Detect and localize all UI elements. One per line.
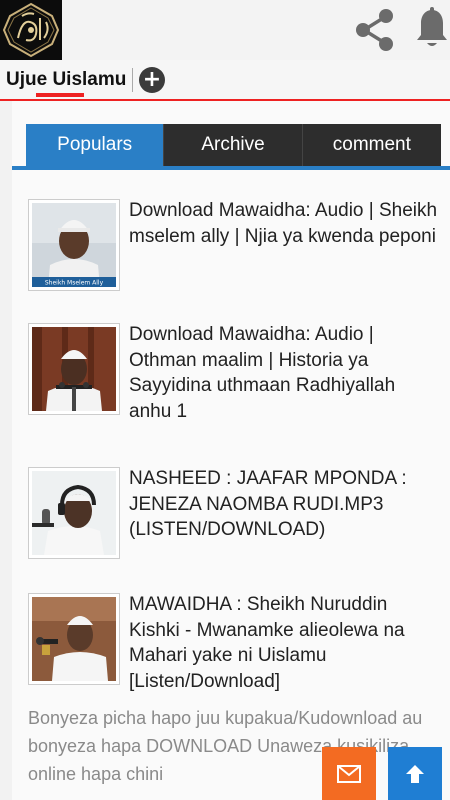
post-thumbnail[interactable]: [28, 323, 120, 415]
scroll-to-top-button[interactable]: [388, 747, 442, 800]
site-tab-strip: Ujue Uislamu +: [0, 60, 450, 100]
active-tab-indicator: [36, 93, 84, 97]
share-button[interactable]: [352, 4, 398, 52]
bell-icon: [417, 7, 447, 46]
app-top-bar: [0, 0, 450, 60]
arrow-up-icon: [406, 764, 424, 783]
post-title[interactable]: MAWAIDHA : Sheikh Nuruddin Kishki - Mwan…: [129, 592, 441, 694]
post-title[interactable]: NASHEED : JAAFAR MPONDA : JENEZA NAOMBA …: [129, 466, 441, 543]
post-thumbnail[interactable]: Sheikh Mselem Ally: [28, 199, 120, 291]
download-instructions: Bonyeza picha hapo juu kupakua/Kudownloa…: [28, 708, 423, 784]
post-title[interactable]: Download Mawaidha: Audio | Sheikh mselem…: [129, 198, 441, 249]
share-icon: [356, 9, 393, 51]
add-tab-button[interactable]: +: [139, 67, 165, 93]
notifications-button[interactable]: [414, 4, 450, 52]
calligraphy-logo[interactable]: [0, 0, 62, 60]
post-thumbnail[interactable]: [28, 467, 120, 559]
site-tab-ujue-uislamu[interactable]: Ujue Uislamu: [0, 60, 132, 100]
post-title[interactable]: Download Mawaidha: Audio | Othman maalim…: [129, 322, 441, 424]
tab-archive[interactable]: Archive: [163, 124, 302, 166]
tab-divider: [132, 68, 133, 92]
email-button[interactable]: [322, 747, 376, 800]
site-tab-label: Ujue Uislamu: [6, 69, 127, 90]
post-thumbnail[interactable]: [28, 593, 120, 685]
tab-populars[interactable]: Populars: [26, 124, 164, 166]
tab-comment[interactable]: comment: [301, 124, 441, 166]
content-card: Populars Archive comment Sheikh Mselem A…: [12, 101, 450, 800]
envelope-icon: [337, 764, 361, 783]
post-tabs: Populars Archive comment: [26, 124, 441, 166]
thumbnail-caption: Sheikh Mselem Ally: [45, 280, 104, 287]
tab-underline-rule: [12, 166, 450, 170]
